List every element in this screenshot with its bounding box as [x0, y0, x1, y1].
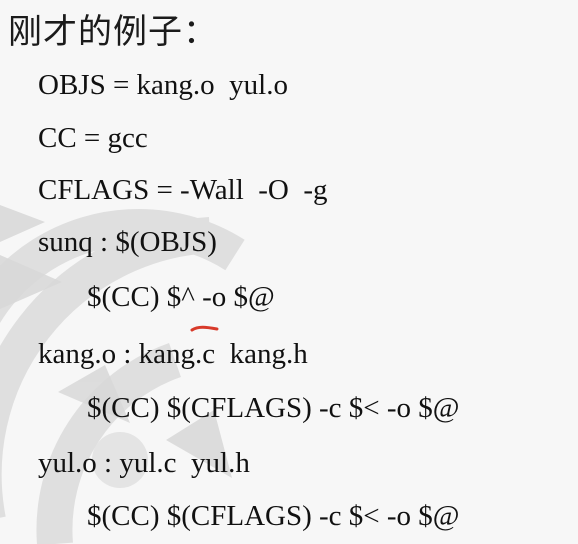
code-line-cc: CC = gcc	[38, 122, 148, 154]
red-underline-mark-icon	[190, 325, 219, 332]
code-line-cflags: CFLAGS = -Wall -O -g	[38, 174, 328, 206]
code-line-kang-command: $(CC) $(CFLAGS) -c $< -o $@	[87, 392, 460, 424]
code-line-kang-target: kang.o : kang.c kang.h	[38, 338, 308, 370]
code-line-yul-command: $(CC) $(CFLAGS) -c $< -o $@	[87, 500, 460, 532]
code-line-sunq-command: $(CC) $^ -o $@	[87, 281, 275, 313]
code-line-yul-target: yul.o : yul.c yul.h	[38, 447, 250, 479]
slide-content: 刚才的例子： OBJS = kang.o yul.o CC = gcc CFLA…	[0, 0, 578, 544]
code-line-objs: OBJS = kang.o yul.o	[38, 69, 288, 101]
code-line-sunq-target: sunq : $(OBJS)	[38, 226, 217, 258]
slide-title: 刚才的例子：	[8, 12, 218, 52]
